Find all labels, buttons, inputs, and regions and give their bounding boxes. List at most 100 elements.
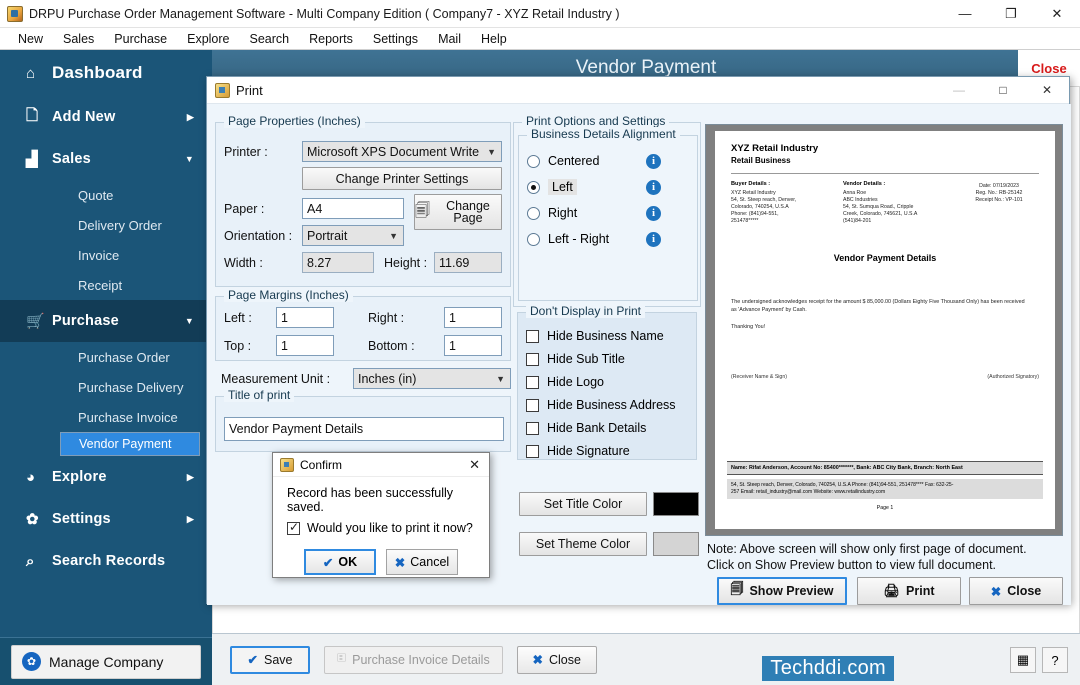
sidebar-item-dashboard[interactable]: ⌂ Dashboard — [0, 50, 212, 96]
change-printer-settings-button[interactable]: Change Printer Settings — [302, 167, 502, 190]
confirm-dialog-close-icon[interactable]: ✕ — [469, 457, 480, 473]
printer-select[interactable]: Microsoft XPS Document Write ▼ — [302, 141, 502, 162]
set-theme-color-label: Set Theme Color — [535, 537, 631, 551]
height-field[interactable]: 11.69 — [434, 252, 502, 273]
checkbox-hide-sub-title[interactable] — [526, 352, 539, 366]
title-color-swatch[interactable] — [653, 492, 699, 516]
measurement-unit-select[interactable]: Inches (in) ▼ — [353, 368, 511, 389]
info-icon[interactable]: i — [646, 231, 661, 247]
sidebar-item-vendor-payment[interactable]: Vendor Payment — [60, 432, 200, 456]
sidebar-item-purchase-order[interactable]: Purchase Order — [0, 342, 212, 372]
maximize-button[interactable]: ❐ — [988, 0, 1034, 28]
sidebar-item-settings[interactable]: ✿ Settings ▶ — [0, 498, 212, 540]
confirm-cancel-button[interactable]: ✖ Cancel — [386, 549, 458, 575]
print-dialog-maximize-button[interactable]: □ — [981, 77, 1025, 104]
hide-business-address-row[interactable]: Hide Business Address — [526, 394, 676, 416]
sidebar-item-receipt[interactable]: Receipt — [0, 270, 212, 300]
alignment-option-centered[interactable]: Centered i — [527, 150, 691, 172]
radio-right[interactable] — [527, 206, 540, 220]
menu-item-mail[interactable]: Mail — [428, 30, 471, 48]
menu-item-purchase[interactable]: Purchase — [104, 30, 177, 48]
menu-item-explore[interactable]: Explore — [177, 30, 239, 48]
save-button[interactable]: ✔ Save — [230, 645, 310, 674]
sidebar-item-invoice[interactable]: Invoice — [0, 240, 212, 270]
sidebar-item-delivery-order[interactable]: Delivery Order — [0, 210, 212, 240]
doc-business-name: XYZ Retail Industry — [731, 143, 819, 154]
help-icon[interactable]: ? — [1042, 647, 1068, 673]
info-icon[interactable]: i — [646, 153, 661, 169]
checkbox-hide-signature[interactable] — [526, 444, 539, 458]
print-dialog-close-button[interactable]: ✕ — [1025, 77, 1069, 104]
corner-tools: ▦ ? — [1010, 647, 1068, 673]
checkbox-hide-logo[interactable] — [526, 375, 539, 389]
info-icon[interactable]: i — [646, 205, 661, 221]
alignment-centered-label: Centered — [548, 154, 600, 168]
margin-left-field[interactable]: 1 — [276, 307, 334, 328]
minimize-button[interactable]: — — [942, 0, 988, 28]
doc-buyer-heading: Buyer Details : — [731, 181, 771, 187]
set-title-color-button[interactable]: Set Title Color — [519, 492, 647, 516]
theme-color-swatch[interactable] — [653, 532, 699, 556]
margin-bottom-field[interactable]: 1 — [444, 335, 502, 356]
calculator-icon[interactable]: ▦ — [1010, 647, 1036, 673]
form-close-button[interactable]: ✖ Close — [516, 645, 597, 674]
sidebar-item-search-records[interactable]: ⌕ Search Records — [0, 540, 212, 582]
margin-top-field[interactable]: 1 — [276, 335, 334, 356]
radio-left[interactable] — [527, 180, 540, 194]
doc-vendor-line-2: ABC Industries — [843, 197, 878, 203]
close-button[interactable]: ✕ — [1034, 0, 1080, 28]
sidebar-item-purchase-invoice[interactable]: Purchase Invoice — [0, 402, 212, 432]
print-dialog-minimize-button[interactable]: — — [937, 77, 981, 104]
sidebar-item-sales[interactable]: ▟ Sales ▼ — [0, 138, 212, 180]
checkbox-print-now[interactable] — [287, 520, 300, 535]
radio-centered[interactable] — [527, 154, 540, 168]
paper-field[interactable]: A4 — [302, 198, 404, 219]
manage-company-button[interactable]: ✿ Manage Company — [11, 644, 201, 679]
sidebar-item-purchase-delivery[interactable]: Purchase Delivery — [0, 372, 212, 402]
menubar: New Sales Purchase Explore Search Report… — [0, 28, 1080, 50]
menu-item-settings[interactable]: Settings — [363, 30, 428, 48]
show-preview-button[interactable]: 🗐 Show Preview — [717, 577, 847, 605]
purchase-invoice-details-button[interactable]: 🗉 Purchase Invoice Details — [324, 645, 503, 674]
hide-logo-row[interactable]: Hide Logo — [526, 371, 604, 393]
hide-sub-title-label: Hide Sub Title — [547, 352, 625, 366]
menu-item-help[interactable]: Help — [471, 30, 517, 48]
checkbox-hide-business-name[interactable] — [526, 329, 539, 343]
confirm-print-now-row[interactable]: Would you like to print it now? — [273, 514, 489, 535]
checkbox-hide-business-address[interactable] — [526, 398, 539, 412]
hide-signature-row[interactable]: Hide Signature — [526, 440, 630, 462]
sidebar-item-purchase[interactable]: 🛒 Purchase ▼ — [0, 300, 212, 342]
alignment-option-right[interactable]: Right i — [527, 202, 691, 224]
margin-bottom-value: 1 — [449, 338, 456, 353]
hide-bank-details-row[interactable]: Hide Bank Details — [526, 417, 646, 439]
print-button[interactable]: 🖨 Print — [857, 577, 961, 605]
page-properties-legend: Page Properties (Inches) — [224, 114, 365, 128]
save-button-label: Save — [263, 652, 293, 667]
print-dialog-close-action-button[interactable]: ✖ Close — [969, 577, 1063, 605]
checkbox-hide-bank-details[interactable] — [526, 421, 539, 435]
margin-right-field[interactable]: 1 — [444, 307, 502, 328]
menu-item-reports[interactable]: Reports — [299, 30, 363, 48]
info-icon[interactable]: i — [646, 179, 661, 195]
sidebar-item-explore[interactable]: ◕ Explore ▶ — [0, 456, 212, 498]
check-icon: ✔ — [247, 653, 258, 667]
radio-left-right[interactable] — [527, 232, 540, 246]
title-of-print-input[interactable]: Vendor Payment Details — [224, 417, 504, 441]
alignment-option-left-right[interactable]: Left - Right i — [527, 228, 691, 250]
confirm-ok-button[interactable]: ✔ OK — [304, 549, 376, 575]
doc-vendor-line-3: 54, St. Sumqua Road., Cripple — [843, 204, 914, 210]
sidebar-item-quote[interactable]: Quote — [0, 180, 212, 210]
sidebar-item-add-new[interactable]: 🗋 Add New ▶ — [0, 96, 212, 138]
menu-item-sales[interactable]: Sales — [53, 30, 104, 48]
alignment-option-left[interactable]: Left i — [527, 176, 691, 198]
set-theme-color-button[interactable]: Set Theme Color — [519, 532, 647, 556]
width-field[interactable]: 8.27 — [302, 252, 374, 273]
x-icon: ✖ — [532, 653, 543, 667]
document-preview-frame[interactable]: XYZ Retail Industry Retail Business Buye… — [705, 124, 1063, 536]
change-page-button[interactable]: 🗐 Change Page — [414, 194, 502, 230]
menu-item-search[interactable]: Search — [240, 30, 300, 48]
menu-item-new[interactable]: New — [8, 30, 53, 48]
hide-sub-title-row[interactable]: Hide Sub Title — [526, 348, 625, 370]
hide-business-name-row[interactable]: Hide Business Name — [526, 325, 664, 347]
orientation-select[interactable]: Portrait ▼ — [302, 225, 404, 246]
